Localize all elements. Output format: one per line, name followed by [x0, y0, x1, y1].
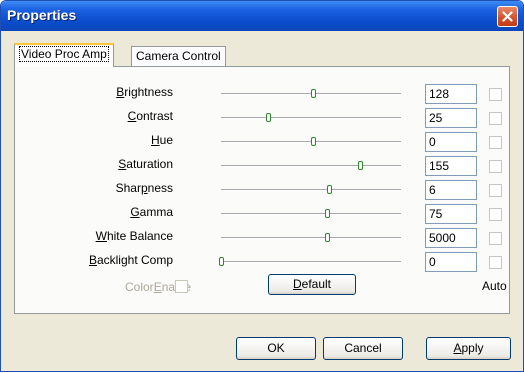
white-balance-auto-checkbox[interactable] [489, 232, 502, 245]
backlight-comp-slider[interactable] [219, 257, 401, 266]
saturation-slider[interactable] [221, 161, 401, 170]
contrast-slider[interactable] [221, 113, 401, 122]
backlight-comp-label: Backlight Comp [88, 253, 173, 267]
hue-slider[interactable] [221, 137, 401, 146]
color-enable-checkbox[interactable] [175, 280, 188, 293]
white-balance-value-field[interactable]: 5000 [425, 228, 477, 248]
hue-value-field[interactable]: 0 [425, 132, 477, 152]
tab-camera-control-label: Camera Control [136, 49, 221, 63]
saturation-auto-checkbox[interactable] [489, 160, 502, 173]
tab-video-proc-amp-label: Video Proc Amp [19, 46, 109, 62]
hue-slider-thumb[interactable] [310, 137, 316, 146]
white-balance-slider[interactable] [221, 233, 401, 242]
auto-column-label: Auto [482, 279, 507, 293]
brightness-slider-thumb[interactable] [310, 89, 316, 98]
contrast-slider-thumb[interactable] [265, 113, 271, 122]
sharpness-label: Sharpness [115, 181, 173, 195]
sharpness-value-field[interactable]: 6 [425, 180, 477, 200]
hue-label: Hue [150, 133, 173, 147]
tab-camera-control[interactable]: Camera Control [131, 46, 226, 66]
contrast-label: Contrast [127, 109, 173, 123]
close-button[interactable] [497, 6, 518, 27]
backlight-comp-slider-thumb[interactable] [219, 257, 224, 266]
title-bar[interactable]: Properties [1, 1, 523, 31]
tab-video-proc-amp[interactable]: Video Proc Amp [14, 43, 114, 67]
contrast-value-field[interactable]: 25 [425, 108, 477, 128]
saturation-value-field[interactable]: 155 [425, 156, 477, 176]
saturation-slider-thumb[interactable] [357, 161, 363, 170]
apply-button[interactable]: Apply [426, 337, 511, 360]
cancel-button[interactable]: Cancel [323, 337, 403, 360]
backlight-comp-value-field[interactable]: 0 [425, 252, 477, 272]
properties-dialog: Properties Video Proc Amp Camera Control… [0, 0, 524, 372]
brightness-auto-checkbox[interactable] [489, 88, 502, 101]
contrast-auto-checkbox[interactable] [489, 112, 502, 125]
sharpness-slider-thumb[interactable] [327, 185, 332, 194]
gamma-slider[interactable] [221, 209, 401, 218]
brightness-label: Brightness [116, 85, 173, 99]
window-title: Properties [7, 7, 77, 23]
sharpness-auto-checkbox[interactable] [489, 184, 502, 197]
white-balance-slider-thumb[interactable] [325, 233, 331, 242]
saturation-label: Saturation [118, 157, 173, 171]
gamma-label: Gamma [130, 205, 173, 219]
brightness-value-field[interactable]: 128 [425, 84, 477, 104]
hue-auto-checkbox[interactable] [489, 136, 502, 149]
close-icon [502, 11, 513, 22]
default-button[interactable]: Default [268, 274, 356, 295]
white-balance-label: White Balance [95, 229, 173, 243]
brightness-slider[interactable] [221, 89, 401, 98]
sharpness-slider[interactable] [221, 185, 401, 194]
gamma-value-field[interactable]: 75 [425, 204, 477, 224]
video-proc-amp-panel: Brightness 128 Contrast 25 Hue 0 Saturat… [14, 66, 510, 314]
gamma-auto-checkbox[interactable] [489, 208, 502, 221]
ok-button[interactable]: OK [236, 337, 316, 360]
gamma-slider-thumb[interactable] [325, 209, 331, 218]
backlight-comp-auto-checkbox[interactable] [489, 256, 502, 269]
